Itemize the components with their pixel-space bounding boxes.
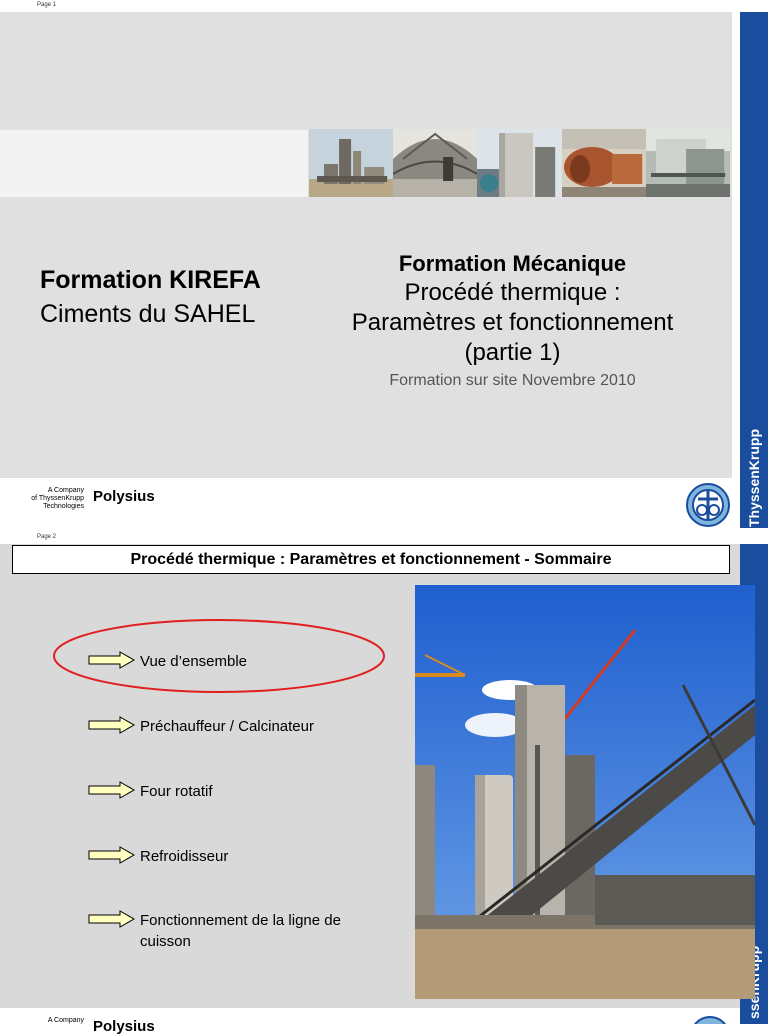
- company-tagline: A Company of ThyssenKrupp Technologies: [31, 487, 84, 510]
- course-line-2: Paramètres et fonctionnement: [351, 309, 674, 336]
- client-subtitle: Ciments du SAHEL: [40, 300, 256, 328]
- slide-1-band: [0, 130, 308, 197]
- summary-item-label: Four rotatif: [140, 783, 213, 800]
- polysius-brand-2: Polysius: [93, 1018, 155, 1035]
- course-line-3: (partie 1): [464, 339, 561, 366]
- photo-plant-tower: [309, 129, 394, 197]
- summary-item-preheater[interactable]: Préchauffeur / Calcinateur: [88, 716, 314, 737]
- photo-silo: [477, 129, 562, 197]
- summary-item-label: Préchauffeur / Calcinateur: [140, 718, 314, 735]
- summary-item-label: Refroidisseur: [140, 848, 229, 865]
- photo-cooler-plant: [645, 129, 731, 197]
- page-2-label: Page 2: [37, 534, 57, 540]
- arrow-right-icon: [88, 910, 136, 928]
- slide-1-background: [0, 12, 732, 478]
- page-1-label: Page 1: [37, 2, 57, 8]
- formation-title: Formation KIREFA: [40, 266, 261, 294]
- summary-item-cooler[interactable]: Refroidisseur: [88, 846, 228, 867]
- thyssenkrupp-logo-icon: [686, 483, 730, 532]
- photo-rotary-kiln: [561, 129, 646, 197]
- arrow-right-icon: [88, 846, 136, 864]
- cement-plant-photo: [415, 585, 755, 999]
- summary-header: Procédé thermique : Paramètres et foncti…: [12, 545, 730, 574]
- slide-1-footer: A Company of ThyssenKrupp Technologies P…: [0, 478, 732, 528]
- summary-item-label: Fonctionnement de la ligne de cuisson: [140, 912, 341, 950]
- course-line-1: Procédé thermique :: [404, 279, 621, 306]
- arrow-right-icon: [88, 651, 136, 669]
- arrow-right-icon: [88, 716, 136, 734]
- thyssenkrupp-logo-icon: [690, 1016, 730, 1024]
- summary-item-overview[interactable]: Vue d’ensemble: [88, 651, 247, 672]
- arrow-right-icon: [88, 781, 136, 799]
- thyssenkrupp-side-bar: ThyssenKrupp: [740, 12, 768, 528]
- summary-item-kiln[interactable]: Four rotatif: [88, 781, 213, 802]
- course-site-date: Formation sur site Novembre 2010: [389, 372, 636, 389]
- summary-item-operation[interactable]: Fonctionnement de la ligne de cuisson: [88, 910, 348, 952]
- course-title-block: Formation Mécanique Procédé thermique : …: [300, 250, 725, 392]
- polysius-brand: Polysius: [93, 488, 155, 505]
- thyssenkrupp-side-text: ThyssenKrupp: [746, 428, 762, 527]
- industrial-photo-strip: [309, 129, 731, 197]
- photo-dome-hall: [393, 129, 478, 197]
- summary-item-label: Vue d’ensemble: [140, 653, 248, 670]
- course-title: Formation Mécanique: [398, 251, 627, 276]
- slide-2-footer: A Company Polysius: [0, 1008, 740, 1035]
